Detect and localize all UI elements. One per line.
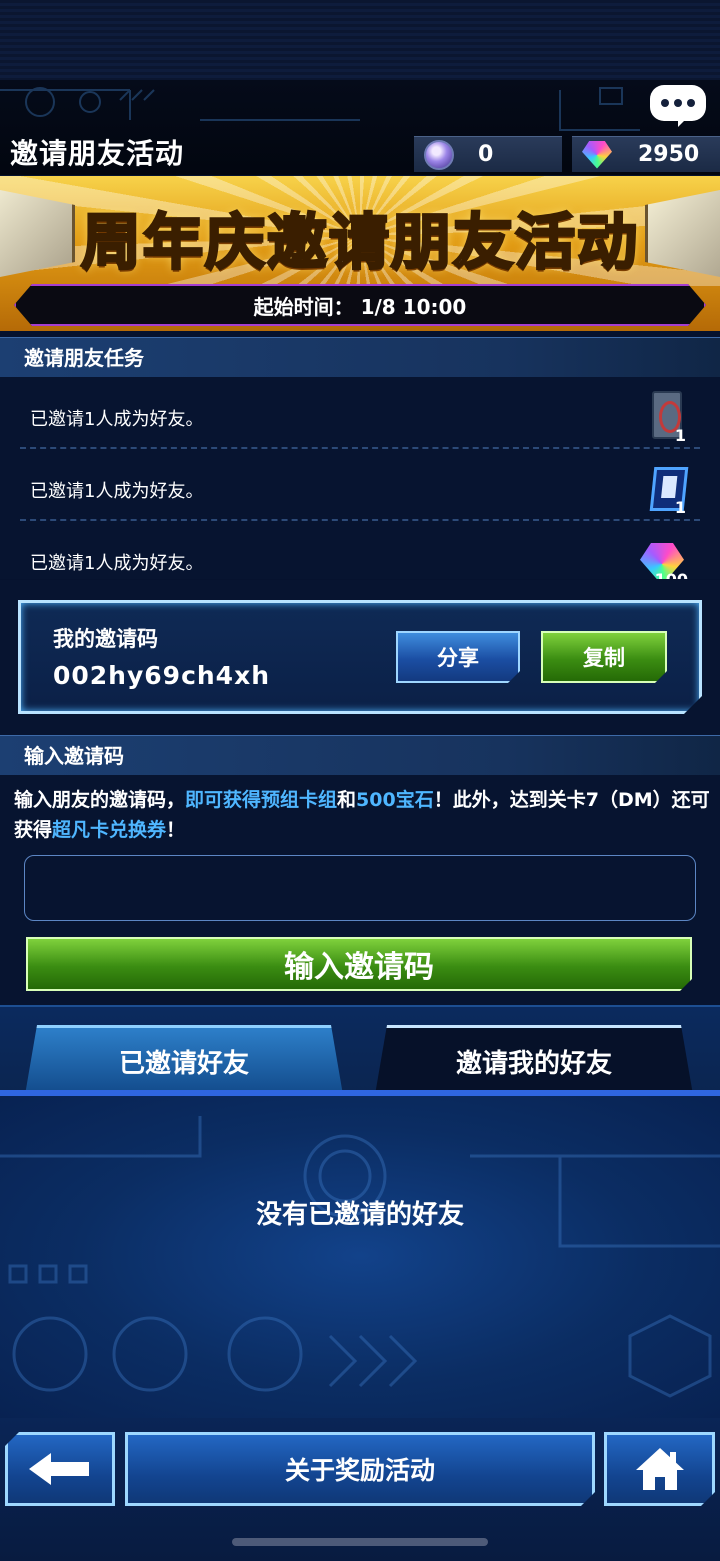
reward-count: 1 [674,426,686,445]
page-title: 邀请朋友活动 [10,137,185,170]
bottom-nav: 关于奖励活动 [0,1418,720,1561]
chat-button[interactable] [650,85,706,127]
copy-button[interactable]: 复制 [541,631,667,683]
missions-section-header: 邀请朋友任务 [0,337,720,377]
chat-dot [674,99,682,107]
system-home-indicator[interactable] [232,1538,488,1546]
share-button[interactable]: 分享 [396,631,520,683]
desc-highlight-deck: 即可获得预组卡组 [185,789,338,811]
invite-code-input[interactable] [24,855,696,921]
reward-count: 1 [674,498,686,517]
desc-highlight-gems: 500宝石 [356,789,434,811]
mission-text: 已邀请1人成为好友。 [30,409,204,430]
desc-text: 输入朋友的邀请码， [14,789,186,811]
orb-count: 0 [478,142,494,167]
chat-icon [661,99,669,107]
enter-code-description: 输入朋友的邀请码，即可获得预组卡组和500宝石！此外，达到关卡7（DM）还可获得… [14,785,710,845]
orb-currency: 0 [414,136,562,172]
tab-friends-who-invited-me[interactable]: 邀请我的好友 [375,1025,693,1095]
my-code-box: 我的邀请码 002hy69ch4xh 分享 复制 [18,600,702,714]
mission-row: 已邀请1人成为好友。 1 [20,449,700,521]
enter-code-button[interactable]: 输入邀请码 [26,937,692,991]
top-bar: 邀请朋友活动 0 2950 [0,80,720,175]
desc-text: ！ [166,819,186,841]
desc-text: 和 [337,789,357,811]
tab-invited-friends[interactable]: 已邀请好友 [25,1025,343,1095]
mission-reward[interactable]: 1 [652,391,686,445]
my-code-value: 002hy69ch4xh [53,661,271,690]
back-arrow-icon [29,1453,89,1485]
mission-row: 已邀请1人成为好友。 1 [20,377,700,449]
desc-highlight-ticket: 超凡卡兑换券 [52,819,167,841]
status-bar-area [0,0,720,80]
background-circuit [0,1116,720,1398]
gem-currency: 2950 [572,136,720,172]
about-rewards-button[interactable]: 关于奖励活动 [125,1432,595,1506]
back-button[interactable] [5,1432,115,1506]
home-icon [634,1446,686,1492]
home-button[interactable] [604,1432,715,1506]
missions-list[interactable]: 已邀请1人成为好友。 1 已邀请1人成为好友。 1 已邀请1人成为好友。 100 [0,377,720,579]
mission-reward[interactable]: 100 [640,535,688,579]
friends-list-area: 没有已邀请的好友 [0,1096,720,1418]
empty-friends-message: 没有已邀请的好友 [255,1200,464,1230]
enter-code-area: 输入朋友的邀请码，即可获得预组卡组和500宝石！此外，达到关卡7（DM）还可获得… [0,775,720,1005]
mission-text: 已邀请1人成为好友。 [30,553,204,574]
gem-count: 2950 [638,142,700,167]
banner-title: 周年庆邀请朋友活动 [80,207,639,280]
orb-icon [424,139,454,170]
my-code-area: 我的邀请码 002hy69ch4xh 分享 复制 [0,580,720,735]
mission-row: 已邀请1人成为好友。 100 [20,521,700,579]
mission-reward[interactable]: 1 [649,463,689,517]
chat-dot [687,99,695,107]
start-time-bar: 起始时间： 1/8 10:00 [14,284,706,326]
reward-count: 100 [655,570,688,579]
my-code-label: 我的邀请码 [53,627,158,651]
friends-tabs: 已邀请好友 邀请我的好友 [0,1005,720,1095]
enter-code-section-header: 输入邀请码 [0,735,720,775]
mission-text: 已邀请1人成为好友。 [30,481,204,502]
gem-icon [582,140,612,169]
